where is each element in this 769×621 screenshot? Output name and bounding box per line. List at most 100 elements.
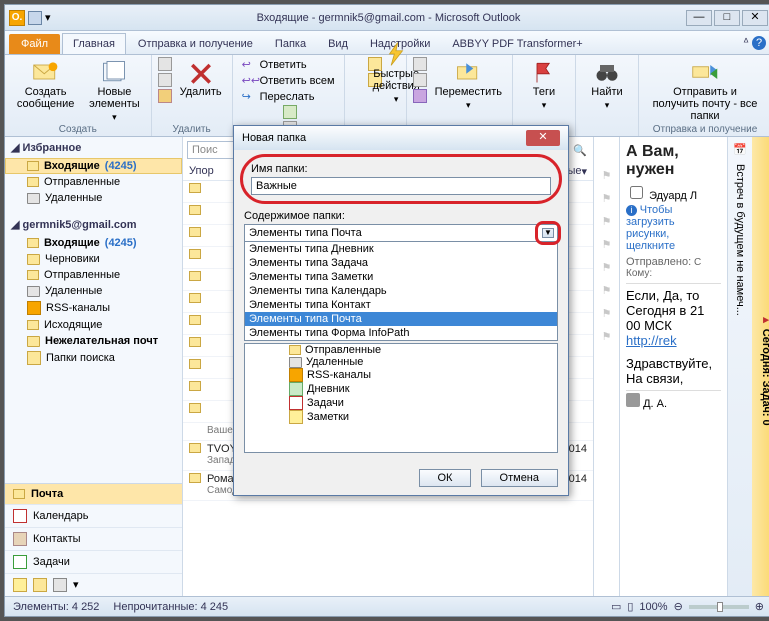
new-items-button[interactable]: Новые элементы▾	[84, 57, 144, 125]
reading-to-label: Кому:	[626, 268, 721, 279]
today-bar[interactable]: ▸ Сегодня: Задач: 0	[752, 137, 769, 596]
tab-view[interactable]: Вид	[318, 34, 358, 54]
reading-infobar[interactable]: i Чтобы загрузить рисунки, щелкните	[626, 204, 721, 252]
combo-option[interactable]: Элементы типа Календарь	[245, 284, 557, 298]
combo-option[interactable]: Элементы типа Задача	[245, 256, 557, 270]
nav-favorites-header[interactable]: ◢ Избранное	[5, 137, 182, 158]
file-tab[interactable]: Файл	[9, 34, 60, 54]
module-mail[interactable]: Почта	[5, 484, 182, 505]
nav-outbox[interactable]: Исходящие	[5, 317, 182, 333]
navigation-pane: ◢ Избранное Входящие (4245) Отправленные…	[5, 137, 183, 596]
tab-folder[interactable]: Папка	[265, 34, 316, 54]
maximize-button[interactable]: □	[714, 10, 740, 26]
flag-icon[interactable]: ⚑	[602, 169, 612, 182]
nav-junk[interactable]: Нежелательная почт	[5, 333, 182, 349]
ribbon-minimize-icon[interactable]: ᐞ ?	[737, 32, 769, 54]
tab-abbyy[interactable]: ABBYY PDF Transformer+	[442, 34, 592, 54]
ok-button[interactable]: ОК	[419, 469, 472, 487]
minimize-button[interactable]: —	[686, 10, 712, 26]
folder-module-icon[interactable]	[33, 578, 47, 592]
cancel-button[interactable]: Отмена	[481, 469, 558, 487]
qat-dropdown-icon[interactable]: ▾	[45, 11, 51, 24]
save-icon[interactable]	[28, 11, 42, 25]
junk-icon[interactable]	[158, 89, 172, 103]
zoom-out-button[interactable]: ⊖	[674, 600, 683, 613]
shortcuts-module-icon[interactable]	[53, 578, 67, 592]
folder-content-label: Содержимое папки:	[244, 210, 558, 222]
combo-option[interactable]: Элементы типа Заметки	[245, 270, 557, 284]
nav-drafts[interactable]: Черновики	[5, 251, 182, 267]
view-reading-icon[interactable]: ▯	[627, 600, 633, 613]
tags-button[interactable]: Теги▾	[519, 57, 569, 113]
nav-rss[interactable]: RSS-каналы	[5, 299, 182, 317]
reading-body2: Здравствуйте, На связи,	[626, 356, 721, 386]
search-icon[interactable]: 🔍	[571, 141, 589, 159]
content-type-combo[interactable]: Элементы типа Почта ▼	[244, 224, 558, 242]
reading-sent-label: Отправлено: С	[626, 256, 721, 268]
zoom-label: 100%	[639, 601, 667, 613]
from-checkbox[interactable]	[630, 186, 643, 199]
forward-button[interactable]: ↪Переслать	[239, 89, 338, 105]
trash-icon	[27, 286, 40, 297]
folder-name-input[interactable]	[251, 177, 551, 195]
flag-icon[interactable]: ⚑	[602, 192, 612, 205]
tree-item[interactable]: Удаленные	[285, 356, 557, 368]
flag-icon[interactable]: ⚑	[602, 215, 612, 228]
combo-display: Элементы типа Почта	[244, 224, 558, 242]
modules-overflow-icon[interactable]: ▾	[73, 578, 79, 592]
flag-icon[interactable]: ⚑	[602, 330, 612, 343]
flag-icon[interactable]: ⚑	[602, 284, 612, 297]
move2-icon[interactable]	[413, 57, 427, 71]
nav-sent-fav[interactable]: Отправленные	[5, 174, 182, 190]
binoculars-icon	[593, 59, 621, 85]
new-message-button[interactable]: Создать сообщение	[11, 57, 80, 125]
view-normal-icon[interactable]: ▭	[611, 600, 621, 613]
cleanup-icon[interactable]	[158, 73, 172, 87]
combo-option[interactable]: Элементы типа Дневник	[245, 242, 557, 256]
tree-item[interactable]: Задачи	[285, 396, 557, 410]
tab-send-receive[interactable]: Отправка и получение	[128, 34, 263, 54]
notes-module-icon[interactable]	[13, 578, 27, 592]
send-receive-button[interactable]: Отправить и получить почту - все папки	[645, 57, 765, 124]
nav-deleted-fav[interactable]: Удаленные	[5, 190, 182, 206]
nav-inbox-fav[interactable]: Входящие (4245)	[5, 158, 182, 174]
nav-sent[interactable]: Отправленные	[5, 267, 182, 283]
find-button[interactable]: Найти▾	[582, 57, 632, 113]
reading-link[interactable]: http://rek	[626, 333, 721, 348]
tree-item[interactable]: Отправленные	[285, 344, 557, 356]
meeting-icon[interactable]	[283, 105, 297, 119]
onenote-icon[interactable]	[413, 89, 427, 103]
tree-item[interactable]: Дневник	[285, 382, 557, 396]
nav-account-header[interactable]: ◢ germnik5@gmail.com	[5, 214, 182, 235]
ribbon-group-move: Переместить▾	[407, 55, 513, 136]
dialog-close-button[interactable]: ✕	[526, 130, 560, 146]
tree-item[interactable]: Заметки	[285, 410, 557, 424]
move-button[interactable]: Переместить▾	[431, 57, 506, 113]
flag-icon[interactable]: ⚑	[602, 261, 612, 274]
module-calendar[interactable]: Календарь	[5, 505, 182, 528]
zoom-slider[interactable]	[689, 605, 749, 609]
mail-icon	[189, 473, 201, 483]
delete-button[interactable]: Удалить	[176, 57, 226, 103]
combo-option[interactable]: Элементы типа Форма InfoPath	[245, 326, 557, 340]
close-button[interactable]: ✕	[742, 10, 768, 26]
tab-home[interactable]: Главная	[62, 33, 126, 54]
ignore-icon[interactable]	[158, 57, 172, 71]
rules-icon[interactable]	[413, 73, 427, 87]
combo-option[interactable]: Элементы типа Контакт	[245, 298, 557, 312]
combo-option-selected[interactable]: Элементы типа Почта	[245, 312, 557, 326]
flag-icon[interactable]: ⚑	[602, 238, 612, 251]
zoom-in-button[interactable]: ⊕	[755, 600, 764, 613]
reply-all-button[interactable]: ↩↩Ответить всем	[239, 73, 338, 89]
flag-icon[interactable]: ⚑	[602, 307, 612, 320]
nav-inbox[interactable]: Входящие (4245)	[5, 235, 182, 251]
reply-button[interactable]: ↩Ответить	[239, 57, 338, 73]
tree-item[interactable]: RSS-каналы	[285, 368, 557, 382]
folder-tree[interactable]: Отправленные Удаленные RSS-каналы Дневни…	[244, 343, 558, 453]
highlight-combo-arrow	[535, 221, 561, 245]
nav-search-folders[interactable]: Папки поиска	[5, 349, 182, 367]
module-contacts[interactable]: Контакты	[5, 528, 182, 551]
todo-bar-collapsed[interactable]: 📅 Встреч в будущем не намеч...	[728, 137, 752, 596]
module-tasks[interactable]: Задачи	[5, 551, 182, 574]
nav-deleted[interactable]: Удаленные	[5, 283, 182, 299]
